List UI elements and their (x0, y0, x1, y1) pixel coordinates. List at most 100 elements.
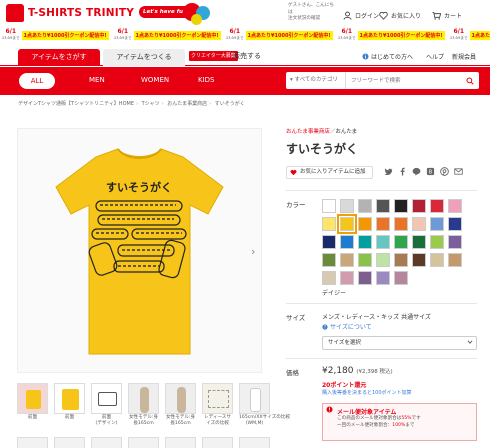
color-swatch[interactable] (430, 235, 444, 249)
category-men[interactable]: MEN (89, 76, 105, 84)
login-link[interactable]: ログイン (343, 11, 379, 20)
line-icon[interactable] (412, 167, 421, 176)
color-swatch[interactable] (394, 199, 408, 213)
beginner-guide-link[interactable]: はじめての方へ (362, 52, 413, 61)
color-swatch[interactable] (322, 235, 336, 249)
twitter-icon[interactable] (384, 167, 393, 176)
size-label: サイズ (286, 314, 306, 322)
cart-link[interactable]: カート (432, 11, 462, 20)
color-swatch[interactable] (376, 199, 390, 213)
search-category-select[interactable]: ▾ すべてのカテゴリ (286, 72, 346, 89)
facebook-icon[interactable] (398, 167, 407, 176)
coupon-banner[interactable]: 6/123:59まで 1点あたり¥1000引クーポン配信中! (112, 25, 224, 45)
color-swatch[interactable] (412, 253, 426, 267)
thumbnail-strip-row2 (17, 437, 270, 448)
color-swatch[interactable] (412, 199, 426, 213)
favorites-link[interactable]: お気に入り (379, 11, 421, 20)
thumbnail[interactable]: 女性モデル:身長165cm (128, 383, 159, 426)
color-swatch[interactable] (337, 214, 357, 234)
color-swatch[interactable] (376, 217, 390, 231)
tab-sell[interactable]: 販売する (233, 51, 261, 61)
search-input[interactable] (346, 72, 461, 89)
category-kids[interactable]: KIDS (198, 76, 215, 84)
color-swatch[interactable] (394, 235, 408, 249)
thumbnail[interactable] (17, 437, 48, 448)
register-link[interactable]: 新規会員 (452, 52, 476, 61)
thumbnail[interactable]: 165cm/XXサイズの比較 (WM,M) (239, 383, 290, 426)
site-logo[interactable]: T-SHIRTS TRINITY (28, 7, 134, 19)
color-swatch[interactable] (322, 199, 336, 213)
color-swatch[interactable] (448, 253, 462, 267)
size-select[interactable]: サイズを選択 (322, 336, 477, 350)
thumbnail[interactable]: 前面 (デザイン) (91, 383, 122, 426)
color-swatch[interactable] (340, 199, 354, 213)
tab-make-items[interactable]: アイテムをつくる (103, 49, 185, 66)
pinterest-icon[interactable] (440, 167, 449, 176)
heart-icon (379, 11, 388, 20)
coupon-banner[interactable]: 6/123:59まで 1点あたり¥1000引クーポン配信中! (224, 25, 336, 45)
search-button[interactable] (461, 72, 479, 89)
mail-icon[interactable] (454, 167, 463, 176)
color-swatch[interactable] (430, 199, 444, 213)
thumbnail[interactable]: 前面 (17, 383, 48, 426)
color-swatch[interactable] (322, 217, 336, 231)
chevron-down-icon (467, 339, 473, 347)
color-swatch[interactable] (358, 253, 372, 267)
color-swatch[interactable] (376, 235, 390, 249)
product-main-image[interactable]: すいそうがく (17, 128, 262, 373)
size-info-link[interactable]: ? サイズについて (322, 322, 372, 331)
bookmark-icon[interactable]: B (426, 167, 435, 176)
breadcrumb-item[interactable]: Tシャツ (142, 101, 160, 107)
thumbnail[interactable]: 前面 (54, 383, 85, 426)
color-swatch[interactable] (340, 235, 354, 249)
add-to-favorites-button[interactable]: お気に入りアイテムに追加 (286, 166, 373, 179)
thumbnail[interactable] (165, 437, 196, 448)
tab-search-items[interactable]: アイテムをさがす (18, 49, 100, 66)
category-all[interactable]: ALL (19, 73, 55, 89)
color-swatch[interactable] (430, 217, 444, 231)
shop-link[interactable]: おんたま事業商店 (286, 129, 330, 135)
points-note[interactable]: 購入後等番を決まると100ポイント加算 (322, 389, 412, 396)
color-swatch[interactable] (448, 199, 462, 213)
thumbnail[interactable] (239, 437, 270, 448)
thumbnail[interactable]: レディースサイズの比較 (202, 383, 233, 426)
color-swatch[interactable] (340, 253, 354, 267)
color-swatch[interactable] (376, 271, 390, 285)
color-swatch[interactable] (322, 271, 336, 285)
color-swatch[interactable] (448, 235, 462, 249)
logo-decoration (191, 14, 202, 25)
thumbnail[interactable]: 女性モデル:身長165cm (165, 383, 196, 426)
thumbnail[interactable] (128, 437, 159, 448)
color-swatch[interactable] (358, 217, 372, 231)
color-swatch[interactable] (340, 271, 354, 285)
order-status-link[interactable]: 注文状況の確認 (288, 16, 336, 23)
category-women[interactable]: WOMEN (141, 76, 169, 84)
color-swatch[interactable] (448, 217, 462, 231)
color-swatch[interactable] (358, 199, 372, 213)
breadcrumb-item[interactable]: おんたま事業商店 (167, 101, 207, 107)
breadcrumb-item[interactable]: デザインTシャツ通販【Tシャツトリニティ】HOME (18, 101, 134, 107)
coupon-banner[interactable]: 6/123:59まで 1点あたり¥1000引クーポン配信中! (448, 25, 490, 45)
chevron-right-icon[interactable]: › (251, 245, 255, 258)
color-swatch[interactable] (412, 235, 426, 249)
color-swatch[interactable] (358, 271, 372, 285)
thumbnail[interactable] (202, 437, 233, 448)
shop-owner[interactable]: ／おんたま (330, 129, 357, 135)
color-swatch[interactable] (322, 253, 336, 267)
color-swatch[interactable] (394, 217, 408, 231)
thumbnail[interactable] (54, 437, 85, 448)
guest-text: ゲストさん、こんにちは (288, 3, 334, 15)
color-swatch[interactable] (376, 253, 390, 267)
color-swatch[interactable] (358, 235, 372, 249)
color-swatch[interactable] (394, 271, 408, 285)
coupon-banner[interactable]: 6/123:59まで 1点あたり¥1000引クーポン配信中! (336, 25, 448, 45)
color-swatch[interactable] (394, 253, 408, 267)
color-swatch[interactable] (430, 253, 444, 267)
help-link[interactable]: ヘルプ (426, 52, 444, 61)
thumbnail[interactable] (91, 437, 122, 448)
logo-shirt-icon[interactable] (6, 4, 24, 22)
creator-recruit-badge[interactable]: クリエイター大募集 (189, 51, 238, 61)
coupon-banner[interactable]: 6/123:59まで 1点あたり¥1000引クーポン配信中! (0, 25, 112, 45)
color-swatch[interactable] (412, 217, 426, 231)
breadcrumb-item: すいそうがく (214, 101, 245, 107)
